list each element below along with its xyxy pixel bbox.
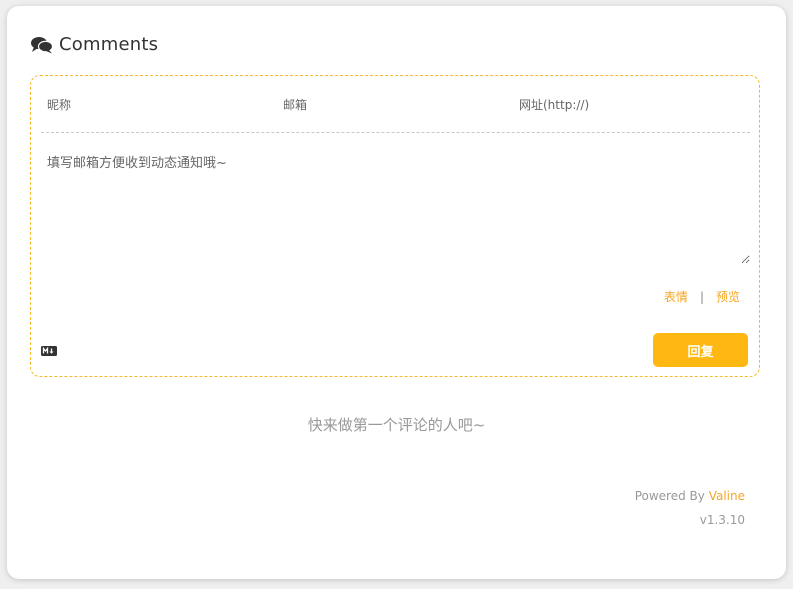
comment-form: 表情 | 预览 回复 <box>30 75 760 377</box>
comment-tools: 表情 | 预览 <box>664 288 740 305</box>
markdown-icon[interactable] <box>41 346 57 356</box>
powered-by: Powered By Valine <box>635 489 745 503</box>
email-input[interactable] <box>277 88 509 122</box>
page-title: Comments <box>59 34 159 55</box>
empty-comments-message: 快来做第一个评论的人吧~ <box>307 416 486 434</box>
preview-button[interactable]: 预览 <box>716 288 740 305</box>
comments-card: Comments 表情 | 预览 回复 快来做第一个评论的人吧~ Powered… <box>7 6 786 579</box>
version-label: v1.3.10 <box>699 513 745 527</box>
tools-separator: | <box>699 289 704 304</box>
comment-meta-fields <box>41 76 750 133</box>
comments-heading: Comments <box>31 34 158 55</box>
nickname-input[interactable] <box>41 88 273 122</box>
emoji-button[interactable]: 表情 <box>664 288 688 305</box>
website-input[interactable] <box>513 88 749 122</box>
valine-link[interactable]: Valine <box>709 489 745 503</box>
comment-textarea[interactable] <box>41 142 750 264</box>
comments-icon <box>31 36 53 54</box>
powered-by-label: Powered By <box>634 489 705 503</box>
reply-button[interactable]: 回复 <box>653 333 748 367</box>
